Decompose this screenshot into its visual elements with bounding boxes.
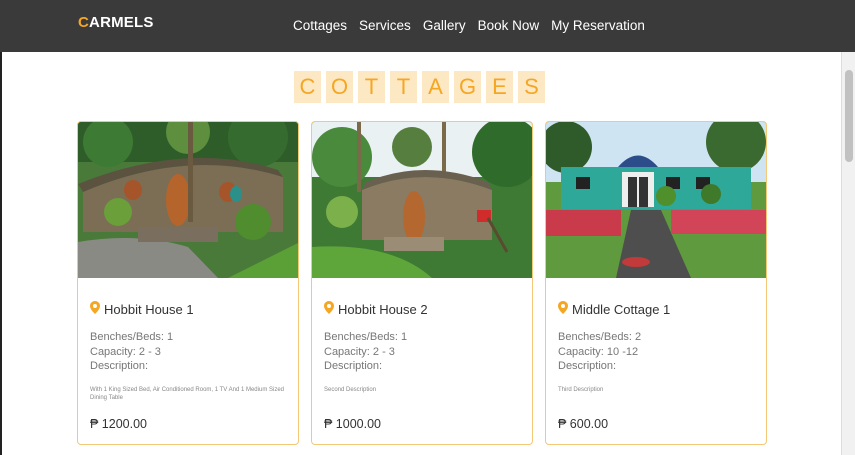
cottage-name-text: Middle Cottage 1 (572, 301, 671, 317)
cottage-photo[interactable] (312, 122, 532, 278)
nav-link-gallery[interactable]: Gallery (423, 18, 466, 33)
heading-letter: C (294, 71, 321, 103)
nav-link-book-now[interactable]: Book Now (478, 18, 540, 33)
heading-letter: T (358, 71, 385, 103)
description-label: Description: (90, 360, 149, 372)
location-pin-icon (90, 301, 100, 317)
cottage-card-hobbit-house-2[interactable]: Hobbit House 2 Benches/Beds: 1 Capacity:… (311, 121, 533, 445)
cottage-name: Hobbit House 1 (90, 301, 194, 317)
cottage-details: Benches/Beds: 1 Capacity: 2 - 3 Descript… (324, 330, 407, 374)
cottage-description: Third Description (558, 387, 604, 393)
cottage-name: Hobbit House 2 (324, 301, 428, 317)
heading-letter: S (518, 71, 545, 103)
cottage-card-hobbit-house-1[interactable]: Hobbit House 1 Benches/Beds: 1 Capacity:… (77, 121, 299, 445)
cottage-details: Benches/Beds: 2 Capacity: 10 -12 Descrip… (558, 330, 641, 374)
nav-links: Cottages Services Gallery Book Now My Re… (293, 18, 645, 33)
nav-link-my-reservation[interactable]: My Reservation (551, 18, 645, 33)
capacity: Capacity: 2 - 3 (324, 345, 395, 358)
benches-beds: Benches/Beds: 1 (324, 331, 408, 343)
scrollbar-thumb[interactable] (845, 70, 853, 162)
cottage-description: With 1 King Sized Bed, Air Conditioned R… (90, 387, 284, 401)
page-scrollbar[interactable] (841, 52, 855, 455)
benches-beds: Benches/Beds: 2 (558, 331, 642, 343)
capacity: Capacity: 2 - 3 (90, 345, 161, 358)
cottage-description: Second Description (324, 387, 377, 393)
navbar: CARMELS Cottages Services Gallery Book N… (0, 0, 855, 52)
location-pin-icon (558, 301, 568, 317)
cottage-name-text: Hobbit House 2 (338, 301, 428, 317)
cottage-price: ₱ 1200.00 (90, 417, 147, 431)
brand-logo[interactable]: CARMELS (78, 14, 154, 31)
cottage-name: Middle Cottage 1 (558, 301, 670, 317)
description-label: Description: (558, 360, 617, 372)
description-label: Description: (324, 360, 383, 372)
heading-letter: O (326, 71, 353, 103)
window-frame-edge (0, 52, 2, 455)
capacity: Capacity: 10 -12 (558, 345, 639, 358)
heading-letter: T (390, 71, 417, 103)
cottage-price: ₱ 600.00 (558, 417, 609, 431)
cottage-price: ₱ 1000.00 (324, 417, 381, 431)
nav-link-services[interactable]: Services (359, 18, 411, 33)
nav-link-cottages[interactable]: Cottages (293, 18, 347, 33)
cottage-photo[interactable] (78, 122, 298, 278)
cottage-name-text: Hobbit House 1 (104, 301, 194, 317)
heading-letter: A (422, 71, 449, 103)
cottage-details: Benches/Beds: 1 Capacity: 2 - 3 Descript… (90, 330, 173, 374)
section-heading-cottages: C O T T A G E S (294, 71, 545, 103)
cottage-photo[interactable] (546, 122, 766, 278)
heading-letter: E (486, 71, 513, 103)
brand-logo-rest: ARMELS (89, 14, 154, 31)
brand-logo-first-letter: C (78, 14, 90, 31)
heading-letter: G (454, 71, 481, 103)
benches-beds: Benches/Beds: 1 (90, 331, 174, 343)
cottage-card-middle-cottage-1[interactable]: Middle Cottage 1 Benches/Beds: 2 Capacit… (545, 121, 767, 445)
location-pin-icon (324, 301, 334, 317)
